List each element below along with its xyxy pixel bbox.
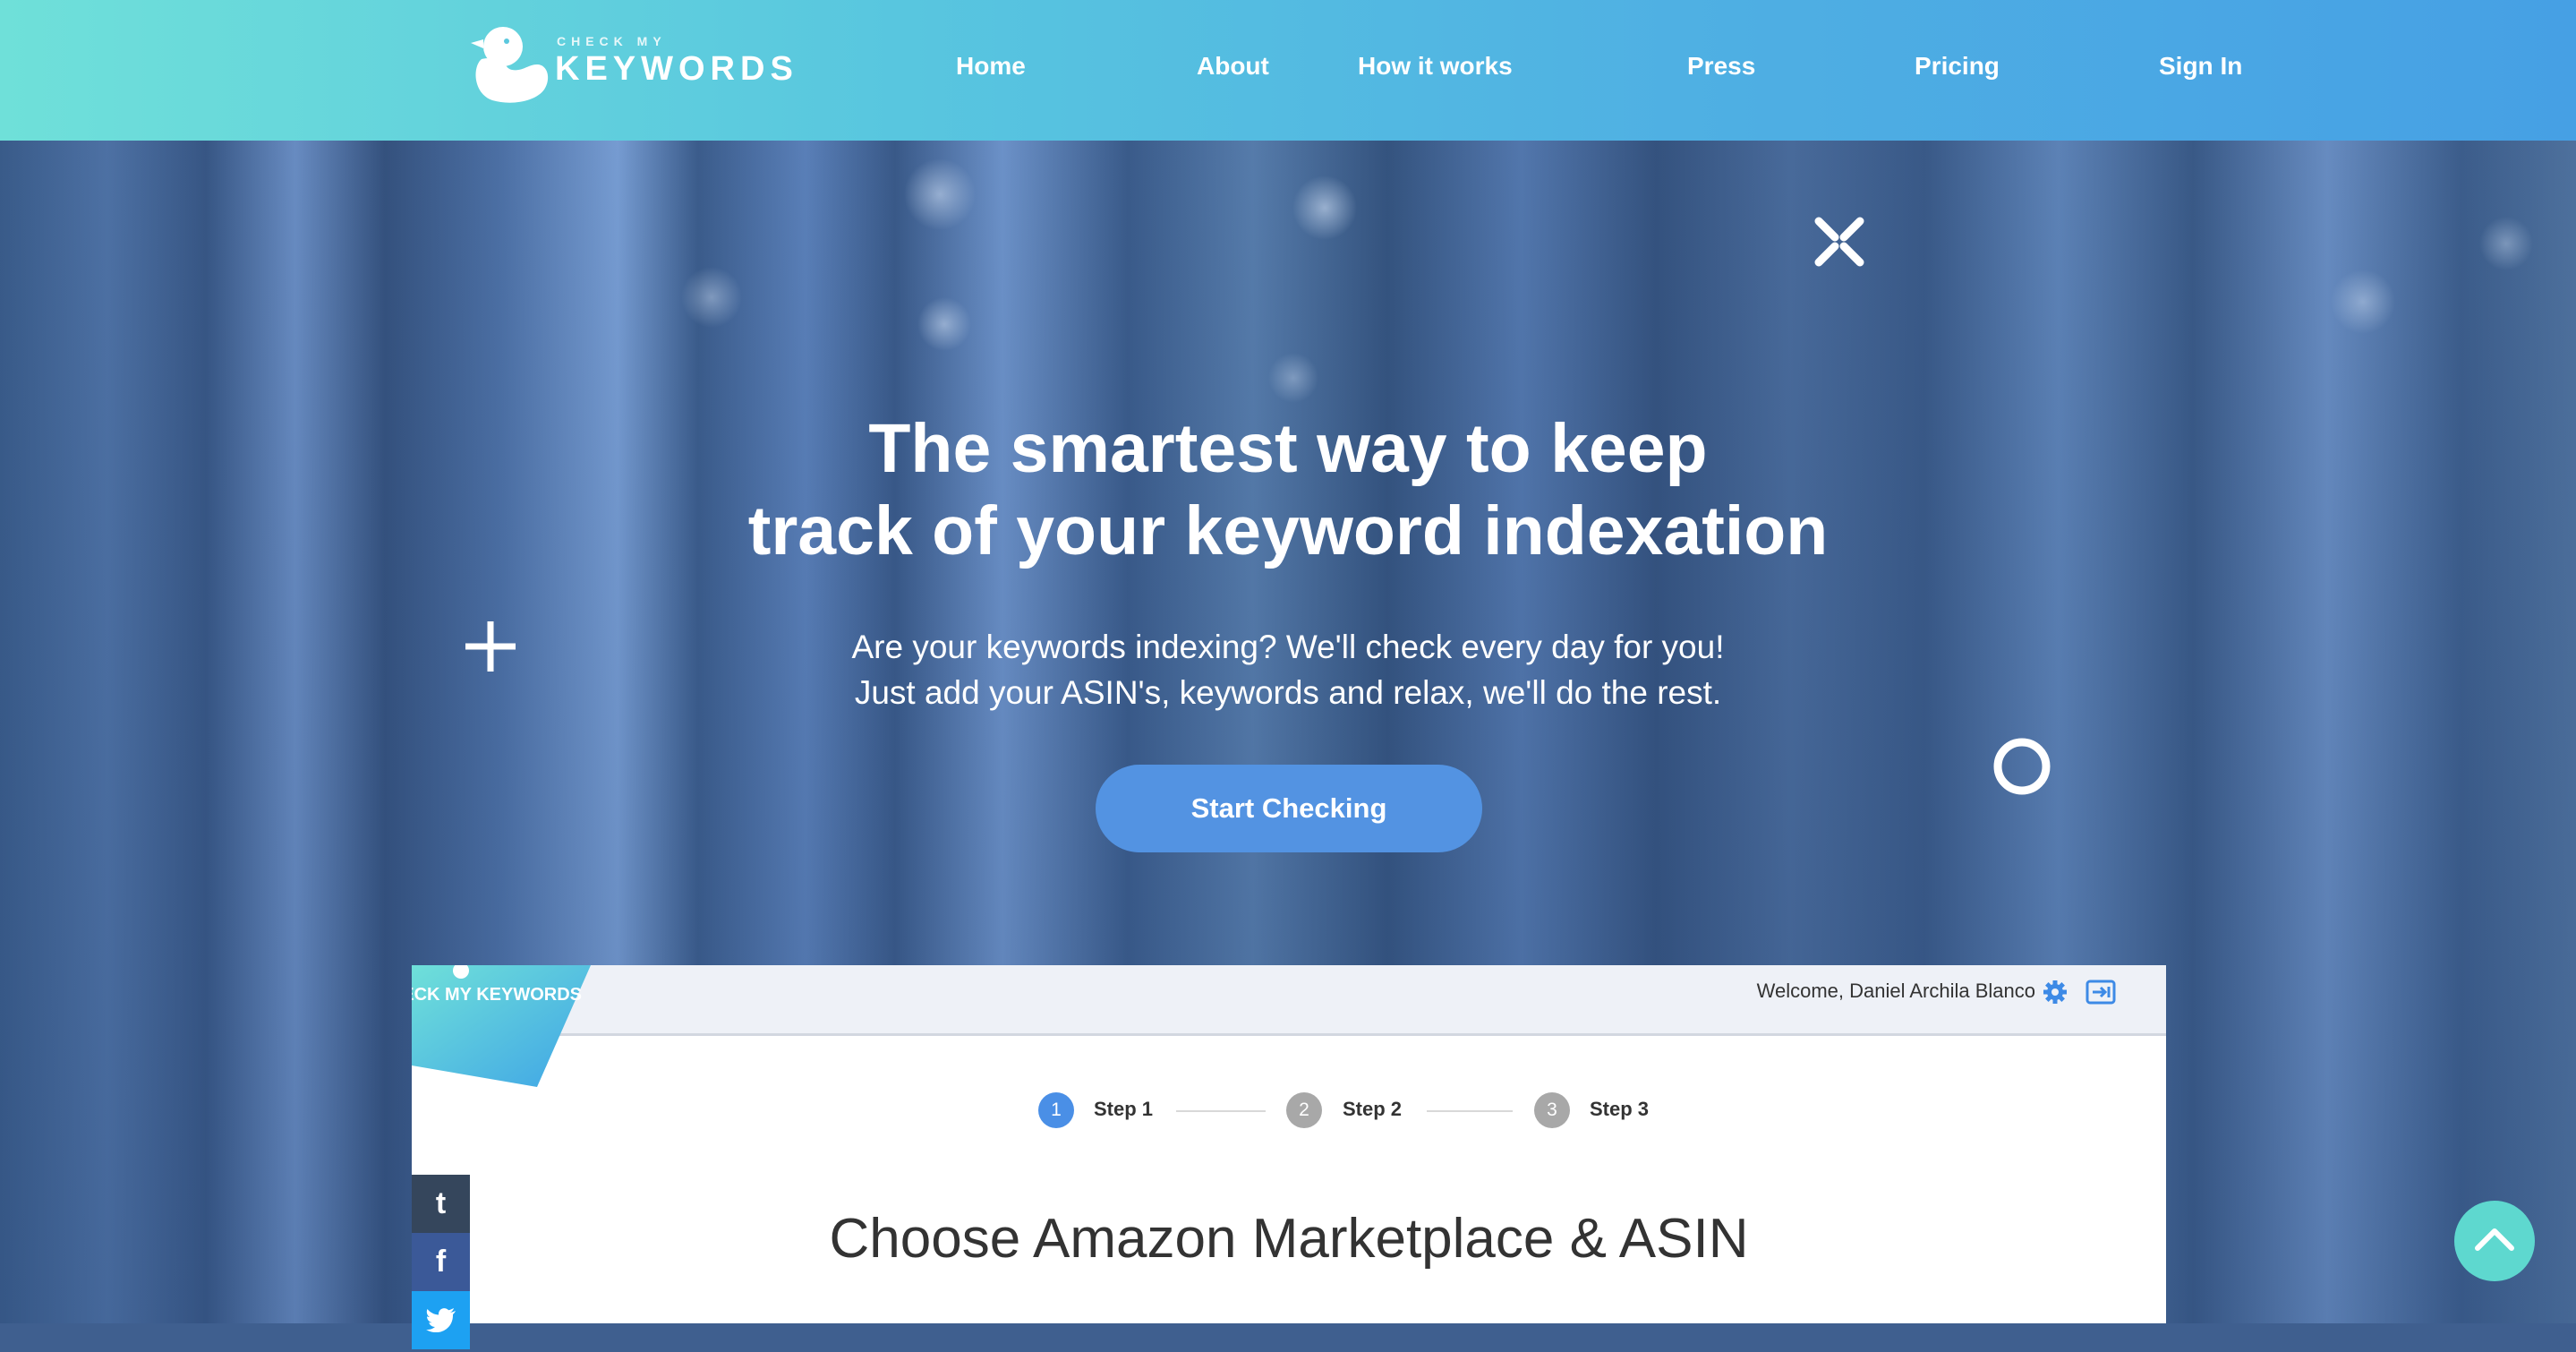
- hero-subtitle-line-1: Are your keywords indexing? We'll check …: [851, 629, 1725, 665]
- step-2-label: Step 2: [1343, 1098, 1403, 1120]
- twitter-share-button[interactable]: [412, 1291, 470, 1349]
- hero-subtitle-line-2: Just add your ASIN's, keywords and relax…: [854, 674, 1722, 711]
- logo-small-text: CHECK MY: [557, 34, 667, 48]
- step-1-label: Step 1: [1094, 1098, 1154, 1120]
- chevron-up-icon: [2475, 1228, 2514, 1251]
- hero-headline: The smartest way to keep track of your k…: [0, 407, 2576, 572]
- step-3-indicator: 3: [1534, 1092, 1570, 1128]
- step-connector: [1176, 1110, 1266, 1112]
- hero-headline-line-2: track of your keyword indexation: [747, 492, 1829, 569]
- back-to-top-button[interactable]: [2454, 1201, 2535, 1281]
- nav-link-home[interactable]: Home: [956, 52, 1026, 81]
- nav-link-press[interactable]: Press: [1687, 52, 1755, 81]
- preview-logo-text: CHECK MY KEYWORDS: [412, 985, 582, 1005]
- nav-link-how-it-works[interactable]: How it works: [1358, 52, 1513, 81]
- step-2-indicator: 2: [1286, 1092, 1322, 1128]
- twitter-icon: [425, 1308, 456, 1333]
- tumblr-share-button[interactable]: t: [412, 1175, 470, 1233]
- duck-logo-icon: [471, 27, 549, 103]
- x-shape-icon: [1814, 217, 1864, 267]
- facebook-share-button[interactable]: f: [412, 1233, 470, 1291]
- nav-link-pricing[interactable]: Pricing: [1915, 52, 2000, 81]
- top-nav: CHECK MY KEYWORDS Home About How it work…: [0, 0, 2576, 141]
- app-preview: CHECK MY KEYWORDS Welcome, Daniel Archil…: [412, 965, 2166, 1323]
- welcome-text: Welcome, Daniel Archila Blanco: [1756, 980, 2035, 1002]
- step-connector: [1427, 1110, 1513, 1112]
- start-checking-button[interactable]: Start Checking: [1096, 765, 1482, 852]
- step-1-indicator: 1: [1038, 1092, 1074, 1128]
- nav-link-sign-in[interactable]: Sign In: [2159, 52, 2242, 81]
- plus-icon: [465, 621, 516, 672]
- step-3-label: Step 3: [1590, 1098, 1650, 1120]
- nav-link-about[interactable]: About: [1197, 52, 1269, 81]
- logo-big-text: KEYWORDS: [555, 50, 798, 88]
- preview-title: Choose Amazon Marketplace & ASIN: [829, 1208, 1749, 1270]
- hero-subtitle: Are your keywords indexing? We'll check …: [0, 624, 2576, 715]
- logout-icon[interactable]: [2086, 979, 2116, 1005]
- ring-icon: [1993, 738, 2051, 795]
- site-logo[interactable]: CHECK MY KEYWORDS: [465, 20, 793, 106]
- gear-icon[interactable]: [2043, 980, 2068, 1005]
- preview-logo-shape: [412, 965, 591, 1087]
- hero-headline-line-1: The smartest way to keep: [868, 410, 1708, 487]
